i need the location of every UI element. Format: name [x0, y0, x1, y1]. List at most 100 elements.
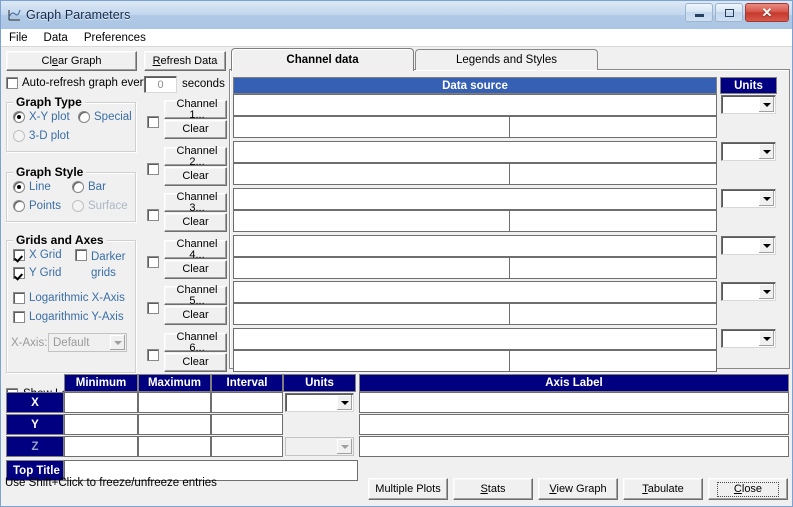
menu-preferences[interactable]: Preferences: [76, 31, 154, 45]
channel-5-clear-button[interactable]: Clear: [164, 306, 227, 325]
channel-3-sub-right-input[interactable]: [509, 210, 717, 232]
tab-channel-data[interactable]: Channel data: [231, 48, 414, 71]
close-window-button[interactable]: ✕: [745, 3, 789, 22]
channel-6-sub-left-input[interactable]: [233, 350, 510, 372]
x-axis-select-label: X-Axis:: [11, 337, 48, 349]
menu-file[interactable]: File: [1, 31, 36, 45]
channel-3-clear-button[interactable]: Clear: [164, 213, 227, 232]
stats-button[interactable]: Stats: [453, 478, 533, 500]
checkbox-x-grid-label: X Grid: [29, 249, 62, 261]
axis-z-maximum-input[interactable]: [138, 436, 211, 457]
channel-1-sub-right-input[interactable]: [509, 116, 717, 138]
channel-6-clear-button[interactable]: Clear: [164, 353, 227, 372]
grids-and-axes-group: Grids and Axes X Grid Darker grids Y Gri…: [6, 233, 136, 373]
channel-3-source-input[interactable]: [233, 188, 717, 210]
axis-z-label-input[interactable]: [359, 436, 789, 457]
channel-5-sub-left-input[interactable]: [233, 303, 510, 325]
channel-2-sub-right-input[interactable]: [509, 163, 717, 185]
channel-1-sub-left-input[interactable]: [233, 116, 510, 138]
checkbox-channel-1[interactable]: [147, 116, 159, 128]
channel-2-units-select[interactable]: [721, 142, 776, 161]
channel-3-sub-left-input[interactable]: [233, 210, 510, 232]
checkbox-log-x-axis[interactable]: Logarithmic X-Axis: [13, 292, 125, 304]
channel-1-units-select[interactable]: [721, 95, 776, 114]
axis-header-units: Units: [283, 374, 356, 392]
radio-points-label: Points: [29, 200, 61, 212]
channel-4-units-select[interactable]: [721, 236, 776, 255]
channel-3-button[interactable]: Channel 3...: [164, 191, 227, 213]
radio-special[interactable]: Special: [78, 111, 132, 123]
axis-y-minimum-input[interactable]: [64, 414, 138, 435]
channel-6-button[interactable]: Channel 6...: [164, 331, 227, 353]
radio-3d-plot-label: 3-D plot: [29, 130, 70, 142]
radio-bar[interactable]: Bar: [72, 181, 106, 193]
axis-z-minimum-input[interactable]: [64, 436, 138, 457]
channel-1-source-input[interactable]: [233, 94, 717, 116]
checkbox-darker-grids[interactable]: Darker grids: [75, 249, 126, 281]
channel-2-clear-button[interactable]: Clear: [164, 167, 227, 186]
axis-header-maximum: Maximum: [138, 374, 211, 392]
channel-5-units-select[interactable]: [721, 282, 776, 301]
checkbox-channel-6[interactable]: [147, 349, 159, 361]
checkbox-x-grid[interactable]: X Grid: [13, 249, 62, 261]
channel-4-button[interactable]: Channel 4...: [164, 238, 227, 260]
axis-x-label-input[interactable]: [359, 392, 789, 413]
chevron-down-icon: [110, 335, 125, 350]
radio-points[interactable]: Points: [13, 200, 61, 212]
channel-3-units-select[interactable]: [721, 189, 776, 208]
axis-y-maximum-input[interactable]: [138, 414, 211, 435]
multiple-plots-button[interactable]: Multiple Plots: [368, 478, 448, 500]
axis-x-units-select[interactable]: [285, 393, 354, 412]
channel-2-button[interactable]: Channel 2...: [164, 145, 227, 167]
channel-1-clear-button[interactable]: Clear: [164, 120, 227, 139]
checkbox-y-grid[interactable]: Y Grid: [13, 267, 61, 279]
channel-5-sub-right-input[interactable]: [509, 303, 717, 325]
radio-special-indicator: [78, 111, 90, 123]
checkbox-channel-2[interactable]: [147, 163, 159, 175]
seconds-input[interactable]: 0: [144, 76, 177, 93]
channel-4-source-input[interactable]: [233, 235, 717, 257]
window-title: Graph Parameters: [26, 8, 131, 22]
maximize-button[interactable]: [715, 3, 743, 22]
axis-x-minimum-input[interactable]: [64, 392, 138, 413]
clear-graph-button[interactable]: Clear Graph: [6, 51, 137, 71]
checkbox-log-y-axis[interactable]: Logarithmic Y-Axis: [13, 311, 124, 323]
refresh-data-button[interactable]: Refresh Data: [144, 51, 226, 71]
checkbox-log-y-axis-indicator: [13, 311, 25, 323]
channel-4-clear-button[interactable]: Clear: [164, 260, 227, 279]
x-axis-select[interactable]: Default: [48, 333, 127, 352]
close-button[interactable]: Close: [708, 478, 788, 500]
axis-z-units-select: [285, 437, 354, 456]
menu-data[interactable]: Data: [36, 31, 76, 45]
axis-y-label-input[interactable]: [359, 414, 789, 435]
title-bar: Graph Parameters ✕: [1, 1, 792, 29]
tab-legends-and-styles[interactable]: Legends and Styles: [415, 49, 598, 70]
checkbox-channel-5[interactable]: [147, 302, 159, 314]
view-graph-button[interactable]: View Graph: [538, 478, 618, 500]
channel-2-sub-left-input[interactable]: [233, 163, 510, 185]
minimize-button[interactable]: [685, 3, 713, 22]
axis-y-interval-input[interactable]: [211, 414, 283, 435]
axis-x-maximum-input[interactable]: [138, 392, 211, 413]
channel-5-source-input[interactable]: [233, 281, 717, 303]
channel-6-source-input[interactable]: [233, 328, 717, 350]
checkbox-channel-4[interactable]: [147, 256, 159, 268]
axis-x-interval-input[interactable]: [211, 392, 283, 413]
axis-z-interval-input[interactable]: [211, 436, 283, 457]
channel-5-button[interactable]: Channel 5...: [164, 284, 227, 306]
radio-xy-plot-indicator: [13, 111, 25, 123]
radio-line[interactable]: Line: [13, 181, 51, 193]
tabulate-button[interactable]: Tabulate: [623, 478, 703, 500]
checkbox-channel-3[interactable]: [147, 209, 159, 221]
chevron-down-icon: [759, 238, 774, 253]
channel-6-units-select[interactable]: [721, 329, 776, 348]
channel-4-sub-right-input[interactable]: [509, 257, 717, 279]
radio-3d-plot[interactable]: 3-D plot: [13, 130, 69, 142]
channel-2-source-input[interactable]: [233, 141, 717, 163]
chevron-down-icon: [759, 284, 774, 299]
channel-6-sub-right-input[interactable]: [509, 350, 717, 372]
channel-1-button[interactable]: Channel 1...: [164, 98, 227, 120]
radio-xy-plot[interactable]: X-Y plot: [13, 111, 70, 123]
channel-4-sub-left-input[interactable]: [233, 257, 510, 279]
auto-refresh-checkbox[interactable]: [6, 77, 18, 89]
